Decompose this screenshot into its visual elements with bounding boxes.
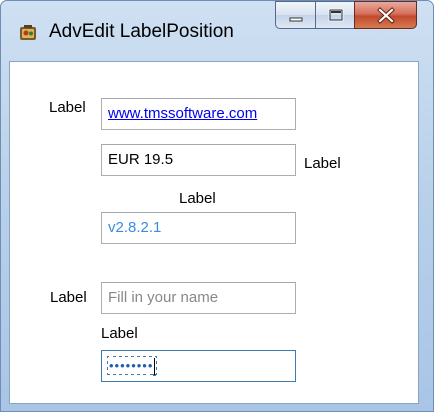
title-bar[interactable]: AdvEdit LabelPosition — [1, 1, 433, 61]
currency-edit-label: Label — [304, 155, 341, 172]
app-window: AdvEdit LabelPosition Label www.tmssoftw… — [0, 0, 434, 412]
window-title: AdvEdit LabelPosition — [49, 21, 234, 42]
maximize-button[interactable] — [315, 1, 355, 29]
password-mask: •••••••• — [109, 358, 154, 373]
minimize-icon — [289, 17, 303, 22]
close-icon — [377, 7, 395, 24]
form-client-area: Label www.tmssoftware.com EUR 19.5 Label… — [9, 61, 419, 404]
version-edit-label: Label — [179, 190, 216, 207]
close-button[interactable] — [354, 1, 417, 29]
password-edit-input[interactable]: •••••••• — [101, 350, 296, 382]
version-edit-input[interactable]: v2.8.2.1 — [101, 212, 296, 244]
currency-edit-input[interactable]: EUR 19.5 — [101, 144, 296, 176]
text-caret — [154, 357, 156, 375]
name-edit-input[interactable]: Fill in your name — [101, 282, 296, 314]
password-edit-label: Label — [101, 325, 138, 342]
url-edit-input[interactable]: www.tmssoftware.com — [101, 98, 296, 130]
url-edit-label: Label — [49, 99, 86, 116]
name-edit-label: Label — [50, 289, 87, 306]
app-icon[interactable] — [19, 24, 37, 42]
caption-buttons — [275, 1, 425, 31]
minimize-button[interactable] — [275, 1, 316, 29]
maximize-icon — [328, 8, 344, 22]
